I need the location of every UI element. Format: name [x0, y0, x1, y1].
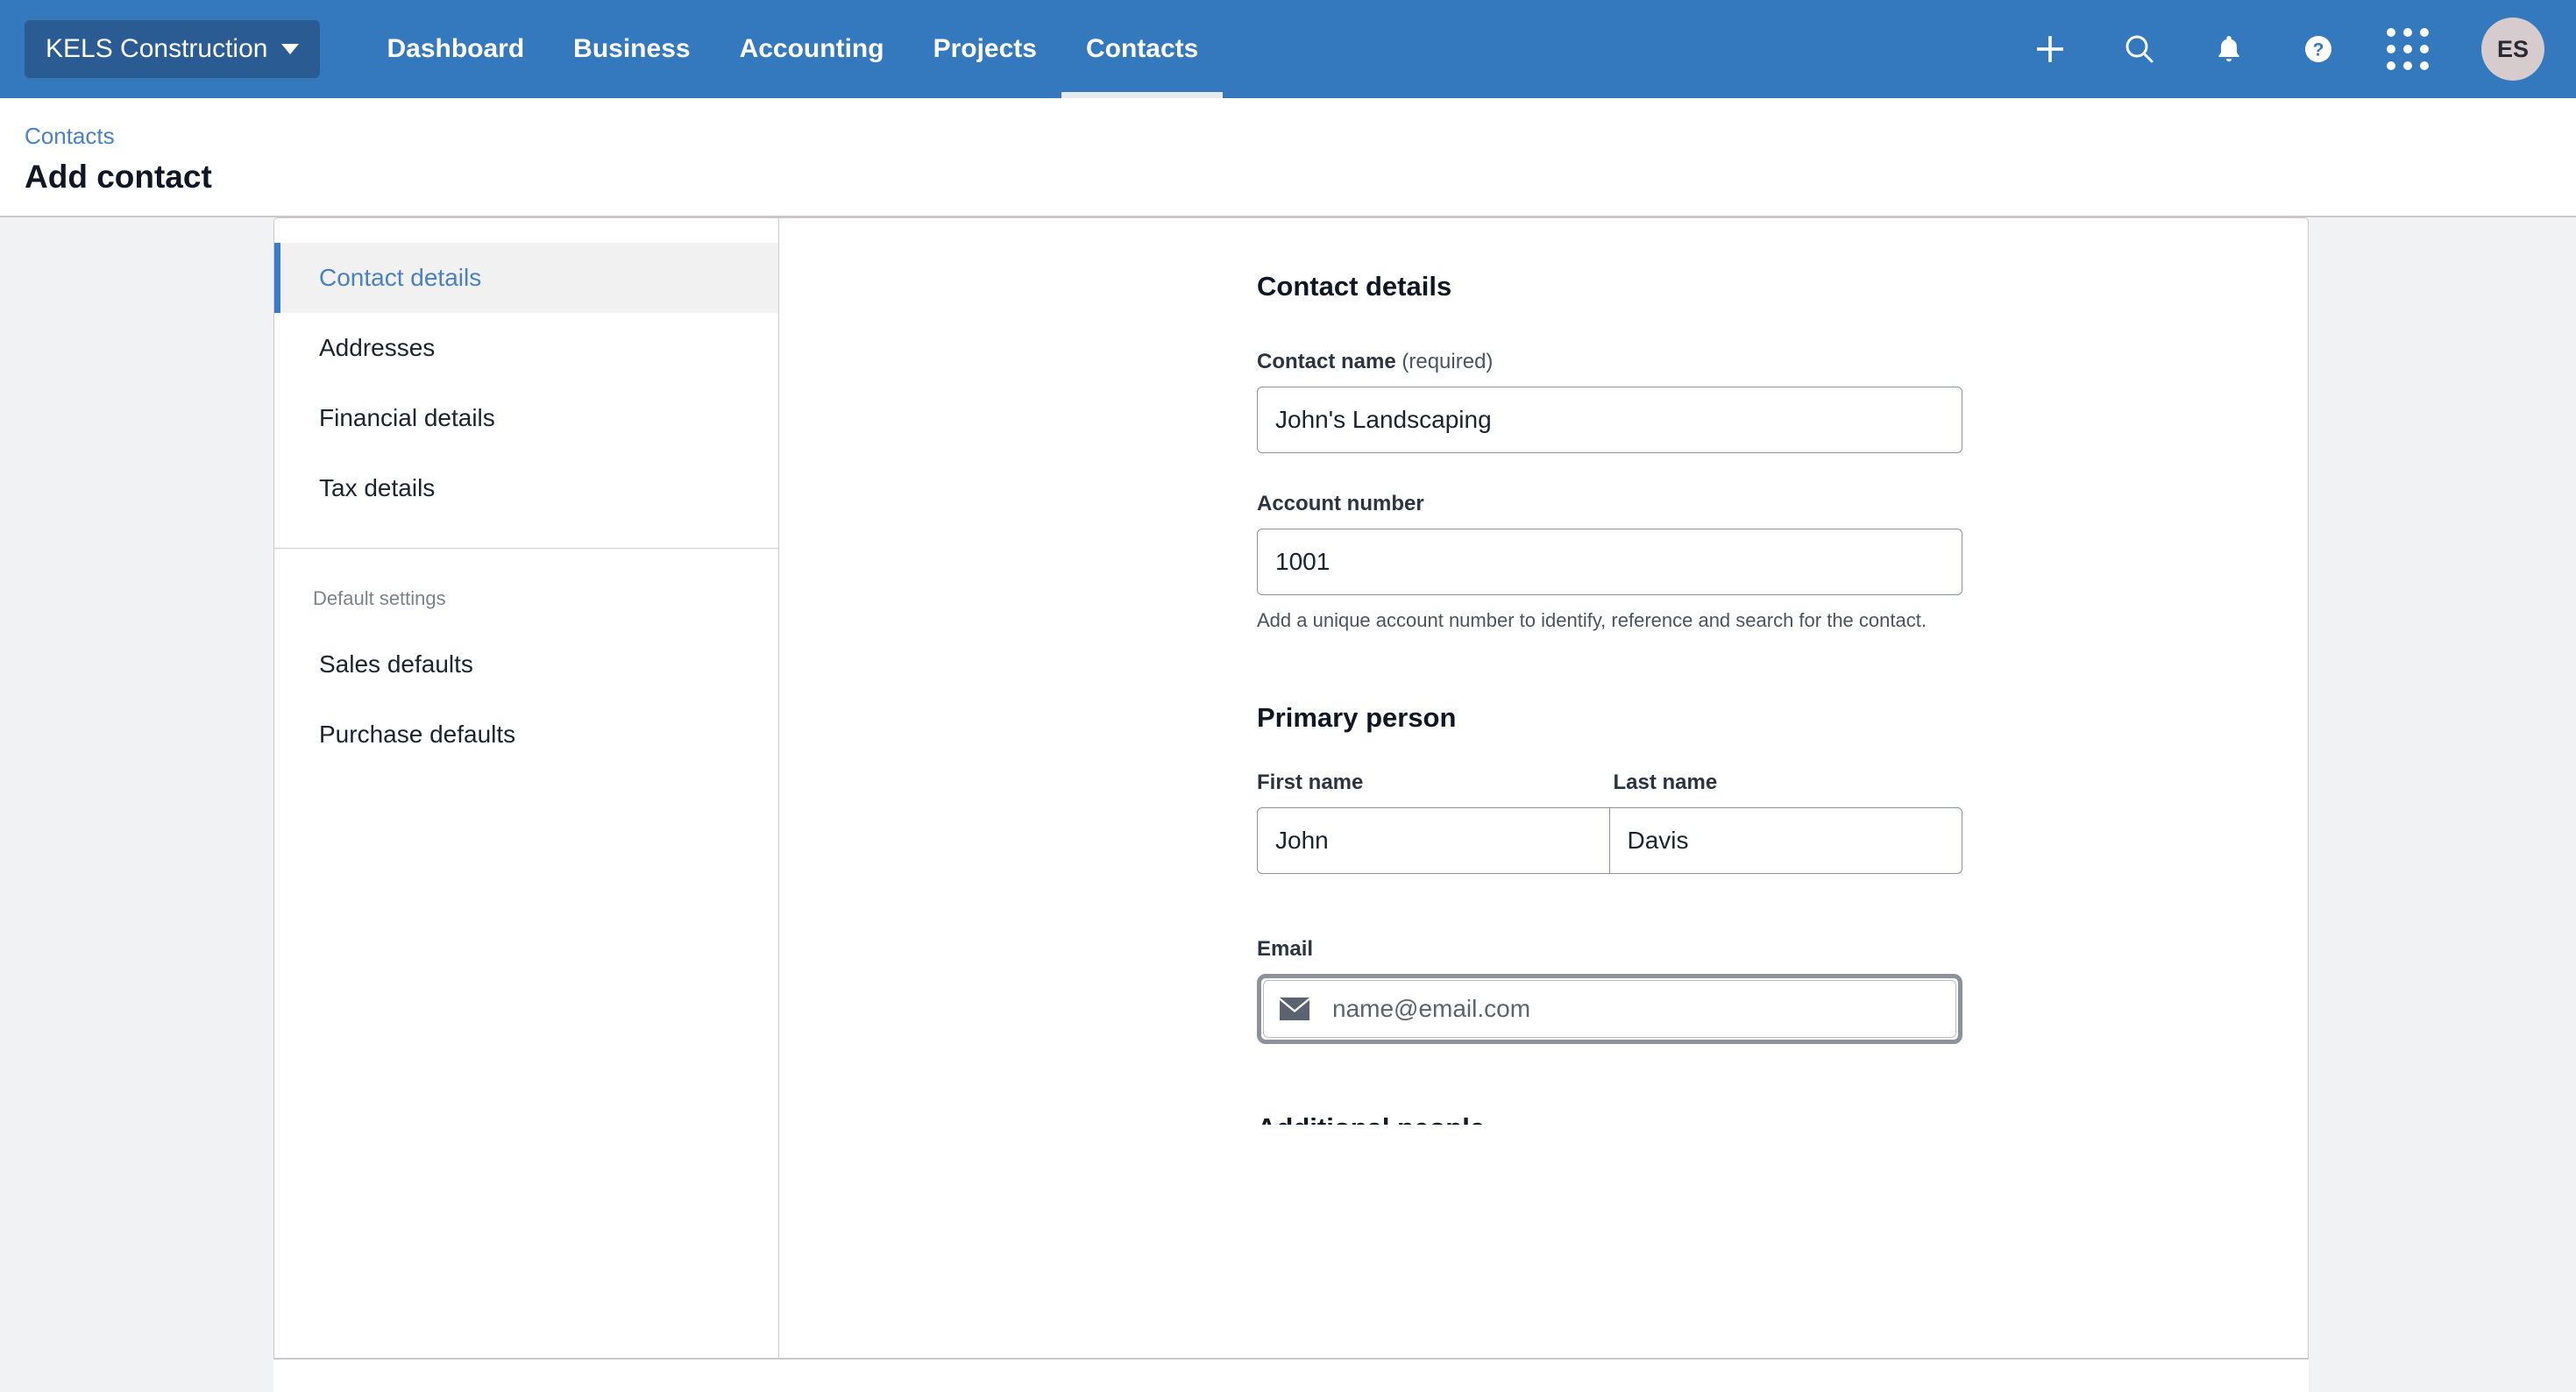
main-nav-items: Dashboard Business Accounting Projects C… [362, 0, 1224, 98]
svg-text:?: ? [2313, 40, 2324, 60]
nav-item-accounting[interactable]: Accounting [715, 0, 909, 98]
form-sidebar: Contact details Addresses Financial deta… [274, 218, 779, 1391]
account-number-input[interactable] [1257, 529, 1962, 595]
form-column: Contact details Contact name (required) … [1257, 271, 1962, 1125]
avatar[interactable]: ES [2481, 18, 2544, 81]
last-name-input[interactable] [1609, 807, 1962, 874]
sidebar-item-tax-details[interactable]: Tax details [274, 453, 778, 523]
organization-switcher-button[interactable]: KELS Construction [25, 20, 321, 78]
account-number-label: Account number [1257, 492, 1424, 515]
nav-item-business[interactable]: Business [549, 0, 714, 98]
sidebar-item-label: Tax details [319, 474, 436, 501]
sidebar-item-label: Contact details [319, 264, 482, 291]
form-content: Contact details Contact name (required) … [779, 218, 2308, 1391]
first-name-label: First name [1257, 771, 1364, 794]
email-input[interactable] [1332, 981, 1955, 1037]
sidebar-item-label: Purchase defaults [319, 721, 516, 748]
section-title-additional-people-clipped: Additional people [1257, 1112, 1962, 1125]
avatar-initials: ES [2496, 35, 2530, 62]
sidebar-secondary-group: Default settings Sales defaults Purchase… [274, 549, 778, 770]
sidebar-item-label: Sales defaults [319, 650, 473, 678]
nav-actions: ? ES [2026, 18, 2544, 81]
organization-name: KELS Construction [46, 34, 268, 63]
section-title-contact-details: Contact details [1257, 271, 1452, 302]
apps-grid-dots [2387, 28, 2429, 70]
search-icon[interactable] [2115, 25, 2164, 74]
contact-name-input[interactable] [1257, 387, 1962, 453]
last-name-label: Last name [1613, 771, 1718, 794]
field-last-name: Last name [1609, 771, 1962, 874]
form-footer: Cancel Save & close [273, 1358, 2309, 1392]
email-label: Email [1257, 937, 1314, 961]
sidebar-primary-group: Contact details Addresses Financial deta… [274, 243, 778, 549]
field-account-number: Account number Add a unique account numb… [1257, 492, 1962, 632]
sidebar-group-title: Default settings [313, 587, 446, 609]
nav-label: Projects [933, 34, 1037, 63]
field-first-name: First name [1257, 771, 1610, 874]
sidebar-item-sales-defaults[interactable]: Sales defaults [274, 629, 778, 700]
nav-item-contacts[interactable]: Contacts [1061, 0, 1224, 98]
contact-form-card: Contact details Addresses Financial deta… [273, 217, 2309, 1392]
top-navigation-bar: KELS Construction Dashboard Business Acc… [0, 0, 2576, 98]
plus-icon[interactable] [2026, 25, 2075, 74]
nav-label: Business [573, 34, 691, 63]
help-icon[interactable]: ? [2294, 25, 2343, 74]
contact-name-label-text: Contact name [1257, 350, 1396, 373]
email-focus-ring [1257, 974, 1962, 1044]
page-title: Add contact [25, 159, 212, 195]
page-header: Contacts Add contact [0, 98, 2576, 217]
section-title-primary-person: Primary person [1257, 702, 1457, 733]
main-area: Contact details Addresses Financial deta… [0, 217, 2576, 1392]
contact-name-label: Contact name (required) [1257, 350, 1962, 374]
bell-icon[interactable] [2204, 25, 2253, 74]
nav-label: Dashboard [387, 34, 525, 63]
sidebar-item-addresses[interactable]: Addresses [274, 313, 778, 383]
nav-label: Accounting [739, 34, 884, 63]
sidebar-item-financial-details[interactable]: Financial details [274, 383, 778, 453]
chevron-down-icon [281, 44, 300, 54]
breadcrumb-contacts-link[interactable]: Contacts [25, 123, 115, 150]
first-name-input[interactable] [1257, 807, 1610, 874]
account-number-hint: Add a unique account number to identify,… [1257, 609, 1927, 631]
sidebar-item-label: Addresses [319, 334, 436, 361]
contact-name-required-hint: (required) [1402, 350, 1494, 373]
nav-label: Contacts [1085, 34, 1199, 63]
nav-item-dashboard[interactable]: Dashboard [362, 0, 549, 98]
nav-item-projects[interactable]: Projects [909, 0, 1061, 98]
apps-grid-icon[interactable] [2383, 25, 2432, 74]
sidebar-item-label: Financial details [319, 404, 495, 431]
field-primary-person-name: First name Last name [1257, 771, 1962, 874]
sidebar-item-purchase-defaults[interactable]: Purchase defaults [274, 700, 778, 770]
email-input-container[interactable] [1263, 980, 1956, 1038]
field-contact-name: Contact name (required) [1257, 350, 1962, 453]
sidebar-item-contact-details[interactable]: Contact details [274, 243, 778, 313]
field-email: Email [1257, 937, 1962, 1044]
envelope-icon [1280, 998, 1309, 1020]
name-row: First name Last name [1257, 771, 1962, 874]
